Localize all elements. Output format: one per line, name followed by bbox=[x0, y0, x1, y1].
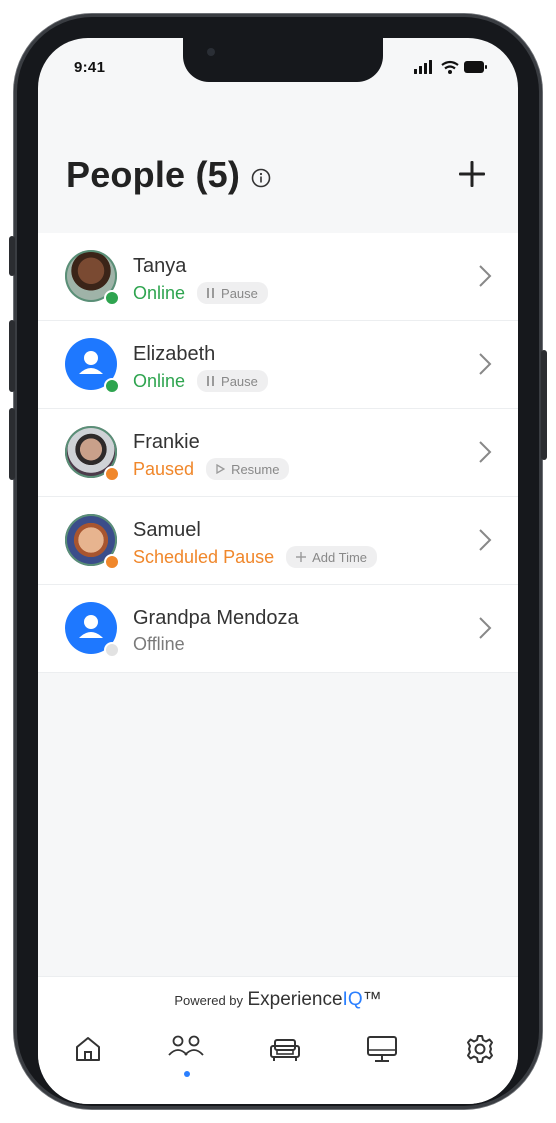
status-dot bbox=[104, 378, 120, 394]
brand-mark: ™ bbox=[362, 989, 382, 1010]
tab-settings[interactable] bbox=[460, 1029, 500, 1069]
app-screen: 9:41 People (5) Tanya Online Pause Eliza… bbox=[38, 38, 518, 1104]
person-status: Online bbox=[133, 282, 186, 303]
people-icon bbox=[168, 1035, 204, 1056]
resume-button[interactable]: Resume bbox=[206, 458, 290, 480]
person-status: Offline bbox=[133, 634, 185, 654]
status-dot bbox=[104, 290, 120, 306]
person-status-row: Online Pause bbox=[133, 282, 268, 304]
tab-sofa[interactable] bbox=[265, 1029, 305, 1069]
add-time-button[interactable]: Add Time bbox=[286, 546, 378, 568]
home-icon bbox=[76, 1037, 100, 1061]
signal-icon bbox=[414, 60, 432, 74]
status-dot bbox=[104, 554, 120, 570]
page-title: People (5) bbox=[66, 154, 241, 195]
status-icons bbox=[414, 60, 488, 74]
chevron-right-icon[interactable] bbox=[478, 528, 492, 557]
wifi-icon bbox=[441, 60, 459, 74]
chevron-right-icon[interactable] bbox=[478, 352, 492, 381]
camera bbox=[207, 48, 215, 56]
volume-up-button bbox=[9, 320, 15, 392]
person-name: Elizabeth bbox=[133, 343, 216, 365]
pause-icon bbox=[207, 376, 215, 386]
volume-down-button bbox=[9, 408, 15, 480]
chevron-right-icon[interactable] bbox=[478, 616, 492, 645]
tab-people[interactable] bbox=[166, 1029, 206, 1077]
battery-icon bbox=[464, 61, 487, 73]
person-status: Scheduled Pause bbox=[133, 546, 275, 567]
notch bbox=[183, 38, 383, 82]
tab-monitor[interactable] bbox=[362, 1029, 402, 1069]
tab-home[interactable] bbox=[68, 1029, 108, 1069]
brand-prefix: Experience bbox=[247, 989, 343, 1010]
action-label: Resume bbox=[231, 461, 280, 477]
chevron-right-icon[interactable] bbox=[478, 264, 492, 293]
sofa-icon bbox=[270, 1039, 300, 1061]
action-label: Pause bbox=[221, 373, 258, 389]
person-status-row: Offline bbox=[133, 634, 185, 655]
chevron-right-icon[interactable] bbox=[478, 440, 492, 469]
settings-icon bbox=[467, 1035, 493, 1063]
person-row[interactable]: Elizabeth Online Pause bbox=[38, 321, 518, 409]
people-list: Tanya Online Pause Elizabeth Online Pause Fran… bbox=[38, 233, 518, 673]
powered-by-label: Powered by bbox=[174, 993, 244, 1008]
person-row[interactable]: Frankie Paused Resume bbox=[38, 409, 518, 497]
action-label: Add Time bbox=[312, 549, 368, 565]
power-button bbox=[541, 350, 547, 460]
person-status: Paused bbox=[133, 458, 195, 479]
action-label: Pause bbox=[221, 285, 258, 301]
person-name: Tanya bbox=[133, 255, 187, 277]
active-tab-indicator bbox=[184, 1071, 190, 1077]
person-row[interactable]: Samuel Scheduled Pause Add Time bbox=[38, 497, 518, 585]
pause-icon bbox=[207, 288, 215, 298]
play-icon bbox=[216, 464, 226, 474]
person-name: Frankie bbox=[133, 431, 200, 453]
pause-button[interactable]: Pause bbox=[197, 370, 268, 392]
powered-by: Powered by ExperienceIQ™ bbox=[38, 989, 518, 1011]
person-name: Grandpa Mendoza bbox=[133, 607, 299, 629]
status-dot bbox=[104, 642, 120, 658]
brand-suffix: IQ bbox=[342, 989, 363, 1010]
pause-button[interactable]: Pause bbox=[197, 282, 268, 304]
monitor-icon bbox=[367, 1036, 397, 1062]
info-icon[interactable] bbox=[250, 167, 272, 189]
person-row[interactable]: Grandpa Mendoza Offline bbox=[38, 585, 518, 673]
tab-bar bbox=[38, 1029, 518, 1079]
status-dot bbox=[104, 466, 120, 482]
page-header: People (5) bbox=[66, 154, 490, 202]
silent-switch bbox=[9, 236, 15, 276]
status-time: 9:41 bbox=[74, 59, 106, 76]
brand-logo: ExperienceIQ™ bbox=[247, 989, 381, 1010]
plus-icon bbox=[459, 161, 485, 187]
person-status: Online bbox=[133, 370, 186, 391]
add-person-button[interactable] bbox=[454, 156, 490, 192]
person-status-row: Online Pause bbox=[133, 370, 268, 392]
person-row[interactable]: Tanya Online Pause bbox=[38, 233, 518, 321]
footer: Powered by ExperienceIQ™ bbox=[38, 976, 518, 1104]
person-status-row: Scheduled Pause Add Time bbox=[133, 546, 378, 568]
person-name: Samuel bbox=[133, 519, 201, 541]
plus-icon bbox=[296, 552, 307, 562]
person-status-row: Paused Resume bbox=[133, 458, 290, 480]
